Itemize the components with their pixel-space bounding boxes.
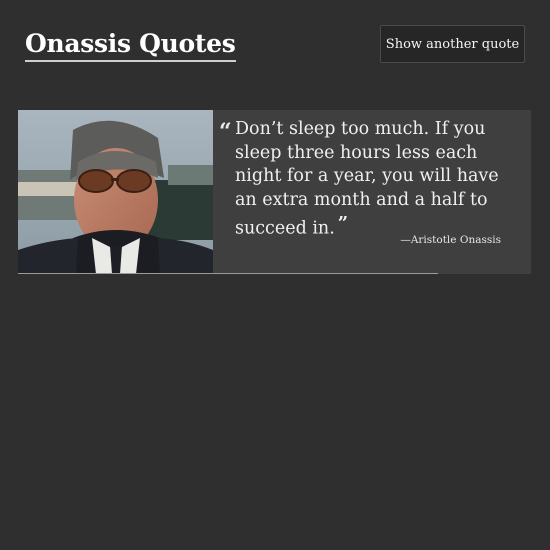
open-quote-mark: “: [219, 119, 232, 145]
divider: [18, 273, 438, 274]
show-another-quote-button[interactable]: Show another quote: [380, 25, 525, 63]
quote-card: “ Don’t sleep too much. If you sleep thr…: [18, 110, 531, 274]
quote-text: Don’t sleep too much. If you sleep three…: [235, 119, 499, 239]
page-title: Onassis Quotes: [25, 29, 236, 62]
portrait-image: [18, 110, 213, 274]
portrait-illustration: [18, 110, 213, 274]
page: Onassis Quotes Show another quote “ Don’…: [0, 0, 550, 550]
quote-text-block: Don’t sleep too much. If you sleep three…: [235, 118, 515, 241]
close-quote-mark: ”: [337, 213, 349, 234]
quote-attribution: —Aristotle Onassis: [400, 234, 501, 246]
